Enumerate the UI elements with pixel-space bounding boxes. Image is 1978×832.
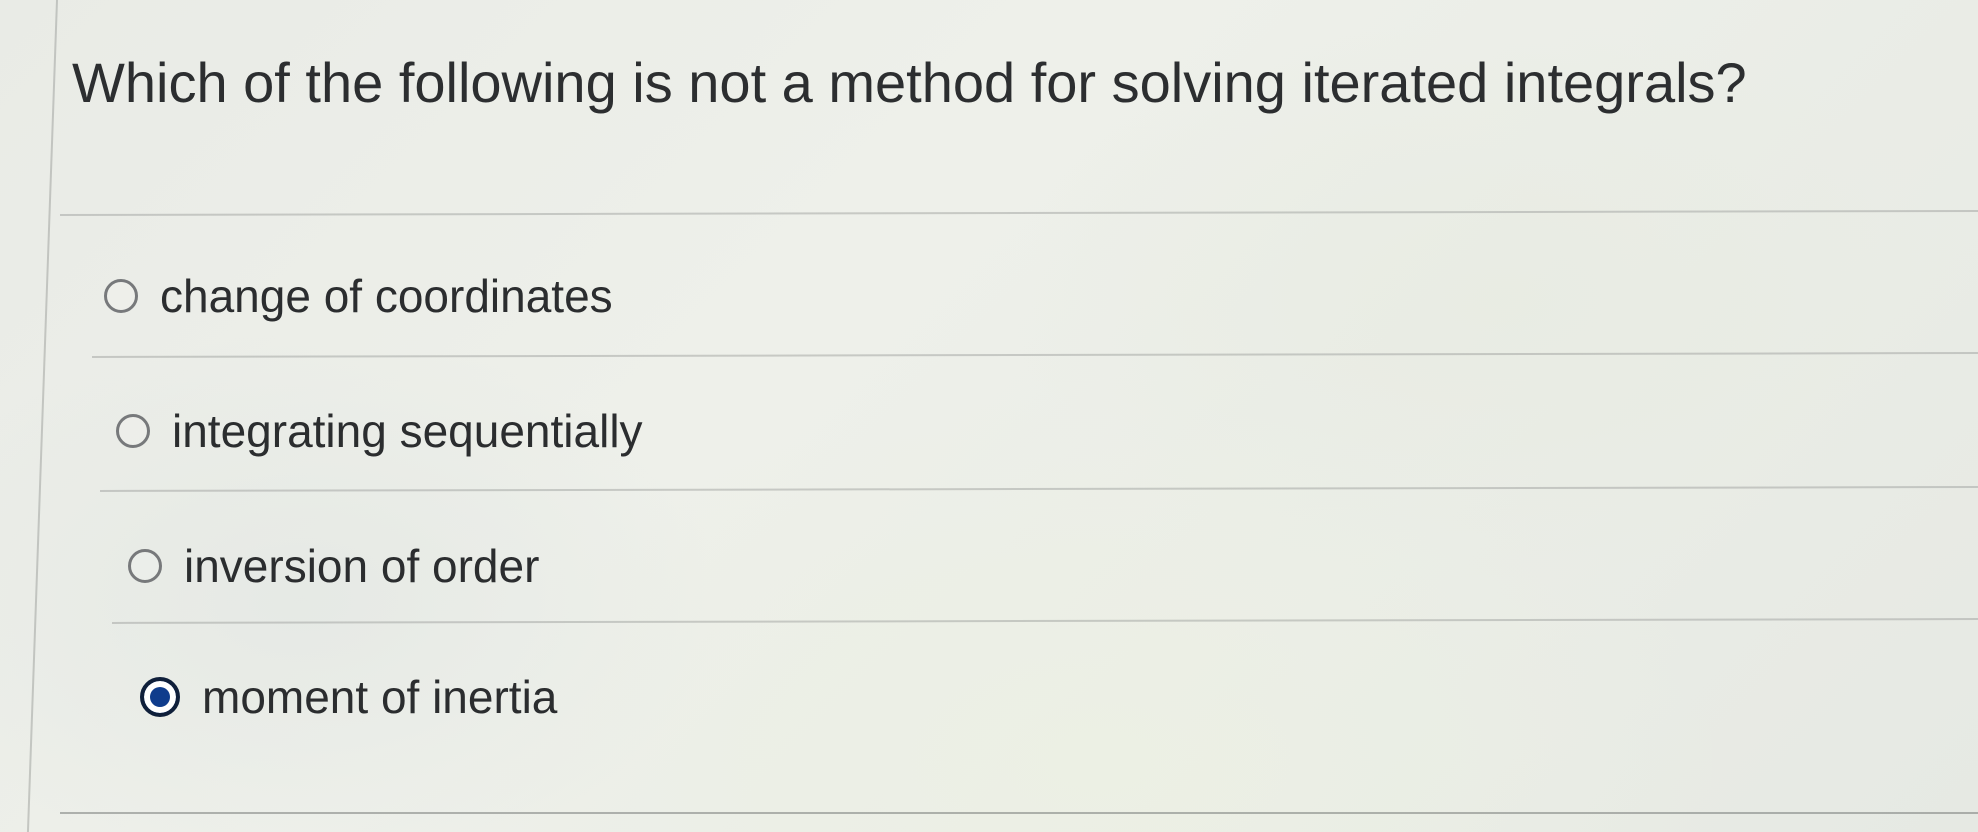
answer-option-inversion-of-order[interactable]: inversion of order: [128, 538, 539, 594]
panel-left-border: [0, 0, 58, 832]
quiz-question-panel: Which of the following is not a method f…: [0, 0, 1978, 832]
answer-option-label: moment of inertia: [202, 671, 558, 723]
option-divider: [91, 352, 1978, 358]
radio-button-selected[interactable]: [140, 677, 180, 717]
question-divider: [60, 209, 1978, 217]
answer-option-change-of-coordinates[interactable]: change of coordinates: [104, 268, 613, 324]
answer-option-integrating-sequentially[interactable]: integrating sequentially: [116, 403, 643, 459]
answer-option-label: integrating sequentially: [172, 405, 643, 457]
radio-button[interactable]: [116, 414, 150, 448]
radio-button[interactable]: [128, 549, 162, 583]
option-divider: [99, 486, 1978, 492]
answer-option-moment-of-inertia[interactable]: moment of inertia: [140, 669, 557, 725]
radio-button[interactable]: [104, 279, 138, 313]
panel-bottom-border: [60, 812, 1978, 814]
option-divider: [111, 618, 1978, 624]
answer-option-label: change of coordinates: [160, 270, 613, 322]
answer-option-label: inversion of order: [184, 540, 540, 592]
question-text: Which of the following is not a method f…: [72, 51, 1747, 114]
